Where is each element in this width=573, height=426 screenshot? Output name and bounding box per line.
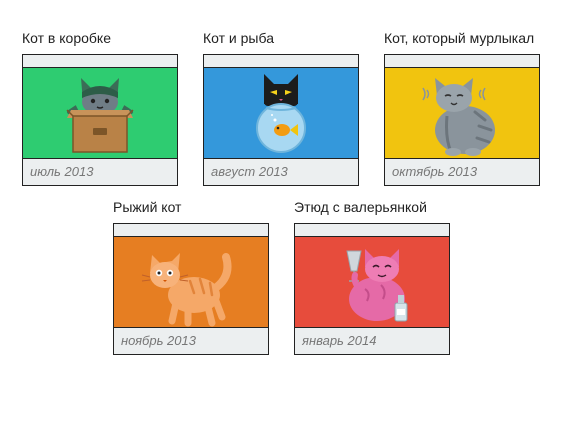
- sticker-image[interactable]: [204, 68, 358, 159]
- sticker-frame: январь 2014: [294, 223, 450, 355]
- sticker-topbar: [385, 55, 539, 68]
- ginger-cat-icon: [141, 253, 232, 327]
- sticker-image[interactable]: [114, 237, 268, 328]
- sticker-frame: октябрь 2013: [384, 54, 540, 186]
- sticker-date: октябрь 2013: [392, 164, 478, 179]
- sticker-title[interactable]: Кот, который мурлыкал: [384, 30, 544, 47]
- sticker-frame: август 2013: [203, 54, 359, 186]
- cat-with-valerian-icon: [346, 249, 408, 322]
- sticker-title[interactable]: Этюд с валерьянкой: [294, 199, 454, 216]
- sticker-image[interactable]: [385, 68, 539, 159]
- sticker-date: июль 2013: [30, 164, 94, 179]
- sticker-topbar: [204, 55, 358, 68]
- sticker-title[interactable]: Кот в коробке: [22, 30, 182, 47]
- cat-in-box-icon: [66, 78, 134, 153]
- sticker-topbar: [23, 55, 177, 68]
- sticker-topbar: [114, 224, 268, 237]
- sticker-card-cat-and-fish[interactable]: Кот и рыба август 2013: [203, 30, 359, 186]
- sticker-image[interactable]: [295, 237, 449, 328]
- sticker-card-cat-in-box[interactable]: Кот в коробке июль 2013: [22, 30, 178, 186]
- sticker-date: январь 2014: [302, 333, 377, 348]
- sticker-topbar: [295, 224, 449, 237]
- sticker-card-ginger-cat[interactable]: Рыжий кот ноябрь 2013: [113, 199, 269, 355]
- purring-cat-icon: [422, 78, 495, 156]
- sticker-image[interactable]: [23, 68, 177, 159]
- sticker-card-purring-cat[interactable]: Кот, который мурлыкал октябрь 2013: [384, 30, 540, 186]
- cat-and-fish-icon: [256, 74, 306, 153]
- sticker-title[interactable]: Кот и рыба: [203, 30, 363, 47]
- sticker-frame: июль 2013: [22, 54, 178, 186]
- sticker-date: август 2013: [211, 164, 288, 179]
- sticker-date: ноябрь 2013: [121, 333, 196, 348]
- sticker-frame: ноябрь 2013: [113, 223, 269, 355]
- sticker-title[interactable]: Рыжий кот: [113, 199, 273, 216]
- sticker-card-cat-with-valerian[interactable]: Этюд с валерьянкой январь 2014: [294, 199, 450, 355]
